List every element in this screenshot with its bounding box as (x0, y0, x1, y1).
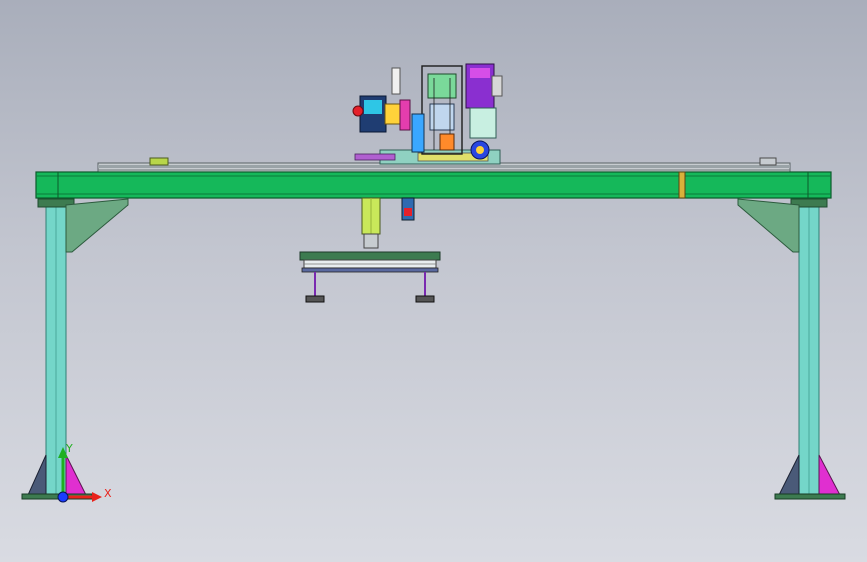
beam-splice (678, 171, 686, 199)
left-brace (65, 198, 129, 253)
suction-cup-right (415, 295, 435, 303)
right-column (737, 198, 846, 500)
suction-cup-left (305, 295, 325, 303)
left-gusset-magenta (65, 454, 87, 496)
left-column (21, 198, 129, 500)
right-brace (737, 198, 800, 253)
carriage-assembly (352, 63, 503, 165)
right-gusset-magenta (818, 454, 841, 496)
gripper-plate (299, 251, 441, 261)
left-gusset-dark (27, 454, 47, 496)
right-gusset-dark (778, 454, 800, 496)
main-beam (35, 171, 832, 199)
cad-viewport[interactable]: X Y (0, 0, 867, 562)
axis-y-label: Y (65, 442, 73, 455)
gantry-model: X Y (21, 63, 846, 503)
right-base-plate (774, 493, 846, 500)
axis-x-label: X (104, 487, 112, 500)
gripper-assembly (299, 197, 441, 303)
axis-origin (57, 491, 69, 503)
